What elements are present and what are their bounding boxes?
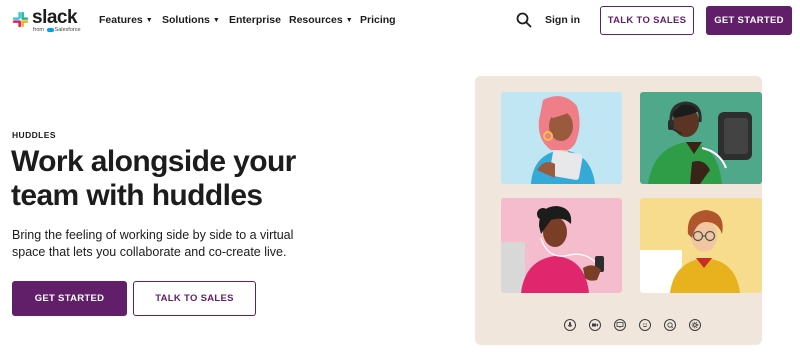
get-started-button[interactable]: GET STARTED <box>706 6 792 35</box>
hero-get-started-button[interactable]: GET STARTED <box>12 281 127 316</box>
chevron-down-icon: ▼ <box>212 17 220 24</box>
search-icon[interactable] <box>515 11 533 29</box>
top-navigation: slack from Salesforce Features ▼ Solution… <box>0 0 800 42</box>
chevron-down-icon: ▼ <box>145 17 153 24</box>
nav-item-label: Features <box>99 14 143 26</box>
chevron-down-icon: ▼ <box>345 17 353 24</box>
slack-hash-icon <box>12 11 29 28</box>
nav-item-label: Pricing <box>360 14 396 26</box>
nav-item-pricing[interactable]: Pricing <box>360 14 396 26</box>
participant-illustration <box>640 210 740 293</box>
screen-share-icon[interactable] <box>614 319 626 331</box>
nav-item-resources[interactable]: Resources ▼ <box>289 14 353 26</box>
participant-illustration <box>531 96 595 184</box>
huddle-illustration <box>475 76 762 345</box>
salesforce-cloud-icon <box>46 27 54 32</box>
hero-headline: Work alongside your team with huddles <box>11 145 296 212</box>
nav-item-features[interactable]: Features ▼ <box>99 14 153 26</box>
participant-illustration <box>648 101 752 184</box>
nav-item-label: Enterprise <box>229 14 281 26</box>
logo-subline: from Salesforce <box>33 27 81 34</box>
logo-sub-from: from <box>33 27 44 33</box>
hero-subtext: Bring the feeling of working side by sid… <box>12 228 294 259</box>
talk-to-sales-button[interactable]: TALK TO SALES <box>600 6 694 35</box>
nav-item-enterprise[interactable]: Enterprise <box>229 14 281 26</box>
participant-tile-2 <box>640 92 762 184</box>
sign-in-link[interactable]: Sign in <box>545 14 580 26</box>
hero-eyebrow: HUDDLES <box>12 130 56 140</box>
participant-tile-3 <box>501 198 622 293</box>
logo-wordmark: slack <box>32 7 78 28</box>
participant-tile-4 <box>640 198 762 293</box>
nav-item-label: Solutions <box>162 14 210 26</box>
participant-tile-1 <box>501 92 622 184</box>
logo-sub-brand: Salesforce <box>54 27 81 33</box>
video-camera-icon[interactable] <box>589 319 601 331</box>
microphone-icon[interactable] <box>564 319 576 331</box>
settings-icon[interactable] <box>689 319 701 331</box>
nav-item-label: Resources <box>289 14 343 26</box>
participant-illustration <box>501 206 604 293</box>
chat-bubble-icon[interactable] <box>664 319 676 331</box>
slack-logo[interactable]: slack from Salesforce <box>12 8 82 36</box>
hero-talk-to-sales-button[interactable]: TALK TO SALES <box>133 281 256 316</box>
nav-item-solutions[interactable]: Solutions ▼ <box>162 14 220 26</box>
emoji-icon[interactable] <box>639 319 651 331</box>
